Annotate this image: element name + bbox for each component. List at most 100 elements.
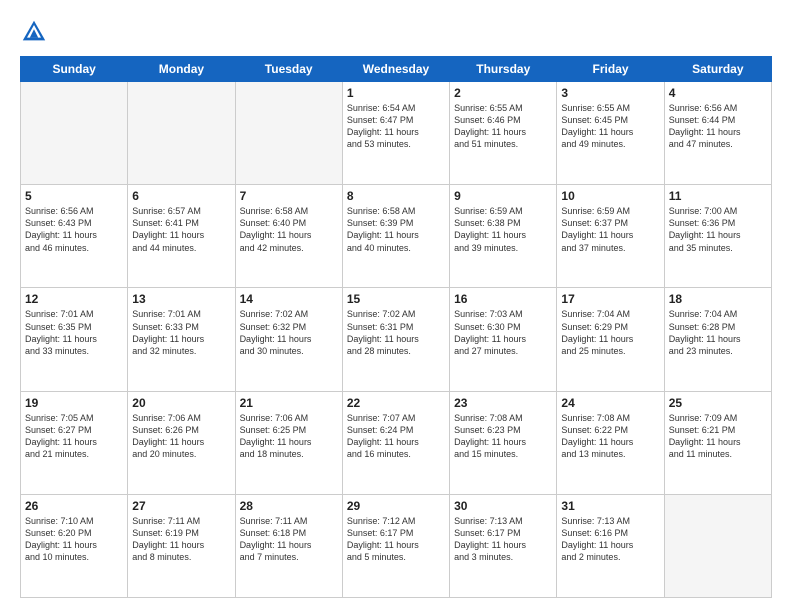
logo-icon — [20, 18, 48, 46]
calendar-cell: 13 Sunrise: 7:01 AM Sunset: 6:33 PM Dayli… — [128, 288, 235, 391]
calendar-cell: 19 Sunrise: 7:05 AM Sunset: 6:27 PM Dayli… — [21, 391, 128, 494]
day-number: 11 — [669, 189, 767, 203]
calendar-cell: 16 Sunrise: 7:03 AM Sunset: 6:30 PM Dayli… — [450, 288, 557, 391]
day-number: 30 — [454, 499, 552, 513]
calendar-week-row: 12 Sunrise: 7:01 AM Sunset: 6:35 PM Dayli… — [21, 288, 772, 391]
day-info: Sunrise: 7:10 AM Sunset: 6:20 PM Dayligh… — [25, 515, 123, 564]
day-of-week-header: Wednesday — [342, 57, 449, 82]
day-info: Sunrise: 6:56 AM Sunset: 6:43 PM Dayligh… — [25, 205, 123, 254]
calendar-week-row: 5 Sunrise: 6:56 AM Sunset: 6:43 PM Daylig… — [21, 185, 772, 288]
day-number: 19 — [25, 396, 123, 410]
day-of-week-header: Monday — [128, 57, 235, 82]
calendar-week-row: 1 Sunrise: 6:54 AM Sunset: 6:47 PM Daylig… — [21, 82, 772, 185]
day-info: Sunrise: 7:11 AM Sunset: 6:19 PM Dayligh… — [132, 515, 230, 564]
day-info: Sunrise: 7:04 AM Sunset: 6:28 PM Dayligh… — [669, 308, 767, 357]
calendar-cell: 1 Sunrise: 6:54 AM Sunset: 6:47 PM Daylig… — [342, 82, 449, 185]
day-of-week-header: Friday — [557, 57, 664, 82]
day-number: 2 — [454, 86, 552, 100]
calendar-cell: 12 Sunrise: 7:01 AM Sunset: 6:35 PM Dayli… — [21, 288, 128, 391]
day-info: Sunrise: 7:05 AM Sunset: 6:27 PM Dayligh… — [25, 412, 123, 461]
day-info: Sunrise: 7:08 AM Sunset: 6:23 PM Dayligh… — [454, 412, 552, 461]
day-info: Sunrise: 6:59 AM Sunset: 6:37 PM Dayligh… — [561, 205, 659, 254]
day-info: Sunrise: 6:54 AM Sunset: 6:47 PM Dayligh… — [347, 102, 445, 151]
calendar-cell: 17 Sunrise: 7:04 AM Sunset: 6:29 PM Dayli… — [557, 288, 664, 391]
calendar-week-row: 26 Sunrise: 7:10 AM Sunset: 6:20 PM Dayli… — [21, 494, 772, 597]
day-info: Sunrise: 7:01 AM Sunset: 6:33 PM Dayligh… — [132, 308, 230, 357]
day-info: Sunrise: 7:13 AM Sunset: 6:16 PM Dayligh… — [561, 515, 659, 564]
day-number: 16 — [454, 292, 552, 306]
calendar-cell: 27 Sunrise: 7:11 AM Sunset: 6:19 PM Dayli… — [128, 494, 235, 597]
calendar-cell: 7Sunrise: 6:58 AM Sunset: 6:40 PM Daylig… — [235, 185, 342, 288]
calendar-cell: 30 Sunrise: 7:13 AM Sunset: 6:17 PM Dayli… — [450, 494, 557, 597]
day-info: Sunrise: 7:13 AM Sunset: 6:17 PM Dayligh… — [454, 515, 552, 564]
calendar-cell: 23 Sunrise: 7:08 AM Sunset: 6:23 PM Dayli… — [450, 391, 557, 494]
calendar-cell: 18 Sunrise: 7:04 AM Sunset: 6:28 PM Dayli… — [664, 288, 771, 391]
calendar-cell: 8 Sunrise: 6:58 AM Sunset: 6:39 PM Daylig… — [342, 185, 449, 288]
day-number: 17 — [561, 292, 659, 306]
day-of-week-header: Saturday — [664, 57, 771, 82]
calendar-cell: 9 Sunrise: 6:59 AM Sunset: 6:38 PM Daylig… — [450, 185, 557, 288]
day-number: 31 — [561, 499, 659, 513]
day-number: 20 — [132, 396, 230, 410]
calendar-table: SundayMondayTuesdayWednesdayThursdayFrid… — [20, 56, 772, 598]
calendar-cell — [235, 82, 342, 185]
day-number: 5 — [25, 189, 123, 203]
day-info: Sunrise: 7:11 AM Sunset: 6:18 PM Dayligh… — [240, 515, 338, 564]
day-number: 29 — [347, 499, 445, 513]
day-number: 9 — [454, 189, 552, 203]
day-number: 18 — [669, 292, 767, 306]
day-number: 1 — [347, 86, 445, 100]
day-info: Sunrise: 7:12 AM Sunset: 6:17 PM Dayligh… — [347, 515, 445, 564]
header — [20, 18, 772, 46]
calendar-cell: 14Sunrise: 7:02 AM Sunset: 6:32 PM Dayli… — [235, 288, 342, 391]
calendar-cell — [21, 82, 128, 185]
calendar-cell: 6 Sunrise: 6:57 AM Sunset: 6:41 PM Daylig… — [128, 185, 235, 288]
calendar-cell — [664, 494, 771, 597]
logo — [20, 18, 54, 46]
day-number: 8 — [347, 189, 445, 203]
day-number: 24 — [561, 396, 659, 410]
day-info: Sunrise: 7:03 AM Sunset: 6:30 PM Dayligh… — [454, 308, 552, 357]
day-info: Sunrise: 7:07 AM Sunset: 6:24 PM Dayligh… — [347, 412, 445, 461]
day-info: Sunrise: 7:00 AM Sunset: 6:36 PM Dayligh… — [669, 205, 767, 254]
day-number: 21 — [240, 396, 338, 410]
day-number: 26 — [25, 499, 123, 513]
day-info: Sunrise: 6:55 AM Sunset: 6:46 PM Dayligh… — [454, 102, 552, 151]
calendar-cell: 5 Sunrise: 6:56 AM Sunset: 6:43 PM Daylig… — [21, 185, 128, 288]
calendar-cell: 2 Sunrise: 6:55 AM Sunset: 6:46 PM Daylig… — [450, 82, 557, 185]
day-number: 12 — [25, 292, 123, 306]
day-number: 10 — [561, 189, 659, 203]
calendar-header-row: SundayMondayTuesdayWednesdayThursdayFrid… — [21, 57, 772, 82]
day-number: 25 — [669, 396, 767, 410]
day-number: 4 — [669, 86, 767, 100]
day-number: 6 — [132, 189, 230, 203]
day-info: Sunrise: 7:02 AM Sunset: 6:32 PM Dayligh… — [240, 308, 338, 357]
day-number: 23 — [454, 396, 552, 410]
day-info: Sunrise: 6:56 AM Sunset: 6:44 PM Dayligh… — [669, 102, 767, 151]
calendar-cell: 28 Sunrise: 7:11 AM Sunset: 6:18 PM Dayli… — [235, 494, 342, 597]
calendar-cell: 21Sunrise: 7:06 AM Sunset: 6:25 PM Dayli… — [235, 391, 342, 494]
calendar-cell: 20Sunrise: 7:06 AM Sunset: 6:26 PM Dayli… — [128, 391, 235, 494]
day-number: 13 — [132, 292, 230, 306]
calendar-cell: 31 Sunrise: 7:13 AM Sunset: 6:16 PM Dayli… — [557, 494, 664, 597]
day-number: 27 — [132, 499, 230, 513]
calendar-cell — [128, 82, 235, 185]
day-info: Sunrise: 7:08 AM Sunset: 6:22 PM Dayligh… — [561, 412, 659, 461]
day-info: Sunrise: 6:59 AM Sunset: 6:38 PM Dayligh… — [454, 205, 552, 254]
day-info: Sunrise: 6:58 AM Sunset: 6:40 PM Dayligh… — [240, 205, 338, 254]
day-info: Sunrise: 7:01 AM Sunset: 6:35 PM Dayligh… — [25, 308, 123, 357]
day-info: Sunrise: 6:55 AM Sunset: 6:45 PM Dayligh… — [561, 102, 659, 151]
day-of-week-header: Sunday — [21, 57, 128, 82]
day-number: 15 — [347, 292, 445, 306]
day-info: Sunrise: 6:58 AM Sunset: 6:39 PM Dayligh… — [347, 205, 445, 254]
day-number: 3 — [561, 86, 659, 100]
day-number: 28 — [240, 499, 338, 513]
day-info: Sunrise: 6:57 AM Sunset: 6:41 PM Dayligh… — [132, 205, 230, 254]
day-number: 22 — [347, 396, 445, 410]
calendar-week-row: 19 Sunrise: 7:05 AM Sunset: 6:27 PM Dayli… — [21, 391, 772, 494]
day-of-week-header: Thursday — [450, 57, 557, 82]
calendar-cell: 3 Sunrise: 6:55 AM Sunset: 6:45 PM Daylig… — [557, 82, 664, 185]
calendar-cell: 24 Sunrise: 7:08 AM Sunset: 6:22 PM Dayli… — [557, 391, 664, 494]
page: SundayMondayTuesdayWednesdayThursdayFrid… — [0, 0, 792, 612]
day-info: Sunrise: 7:04 AM Sunset: 6:29 PM Dayligh… — [561, 308, 659, 357]
